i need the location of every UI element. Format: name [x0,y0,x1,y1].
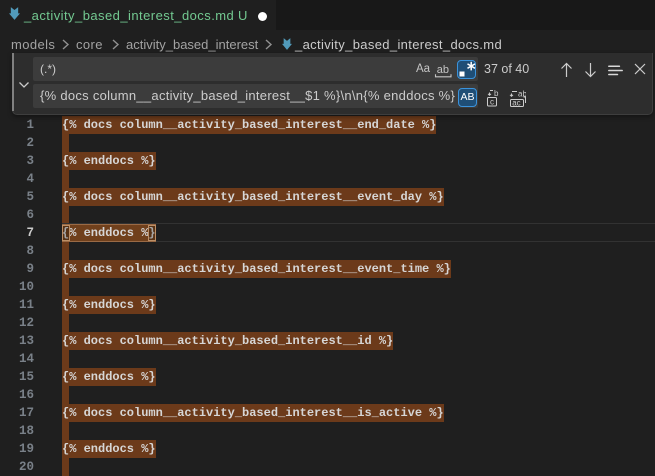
svg-text:ab: ab [518,90,526,99]
svg-text:c: c [490,98,494,107]
svg-text:b: b [494,89,499,98]
svg-text:ac: ac [512,98,520,107]
svg-text:ab: ab [437,64,449,76]
